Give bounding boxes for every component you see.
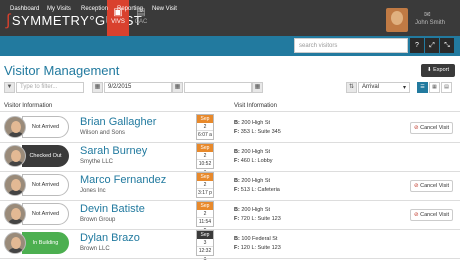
visitor-company: Brown Group: [80, 217, 116, 223]
visitor-name[interactable]: Dylan Brazo: [80, 232, 140, 244]
visitor-photo: [4, 232, 26, 254]
date-time: 10:52 a: [198, 161, 212, 175]
floor-info: F: 120 L: Suite 123: [234, 245, 281, 251]
sort-select[interactable]: Arrival ▾: [358, 82, 410, 93]
chevron-down-icon: ▾: [402, 85, 406, 91]
sort-icon[interactable]: ⇅: [346, 82, 357, 93]
visitor-row[interactable]: Checked Out Sarah Burney Smythe LLC Sep …: [0, 142, 460, 175]
logo-mark-icon: ∫: [6, 12, 11, 29]
visitor-row[interactable]: Not Arrived Brian Gallagher Wilson and S…: [0, 113, 460, 142]
date-time: 11:54 p: [198, 219, 212, 233]
download-icon: ⬇: [426, 67, 432, 73]
date-to-input[interactable]: [184, 82, 252, 93]
date-day: 3: [197, 239, 213, 247]
status-badge: Not Arrived: [22, 203, 69, 225]
help-button[interactable]: ?: [410, 38, 424, 53]
export-button[interactable]: ⬇ Export: [421, 64, 455, 77]
visitor-row[interactable]: Not Arrived Marco Fernandez Jones Inc Se…: [0, 171, 460, 200]
date-time: 12:32 a: [198, 248, 212, 262]
search-input[interactable]: search visitors: [294, 38, 408, 53]
divider: [0, 111, 460, 112]
logo-text: SYMMETRY: [11, 13, 90, 28]
view-list-button[interactable]: ☰: [417, 82, 428, 93]
nav-new-visit[interactable]: New Visit: [152, 6, 177, 12]
cancel-visit-button[interactable]: ⊘ Cancel Visit: [410, 122, 453, 134]
view-grid-button[interactable]: ▦: [429, 82, 440, 93]
visitor-name[interactable]: Devin Batiste: [80, 203, 145, 215]
status-badge: In Building: [22, 232, 69, 254]
floor-info: F: 513 L: Cafeteria: [234, 187, 280, 193]
user-avatar[interactable]: [386, 8, 408, 32]
mail-icon[interactable]: ✉: [424, 10, 431, 19]
row-divider: [0, 258, 460, 259]
visitor-photo: [4, 174, 26, 196]
building-info: B: 200 High St: [234, 120, 271, 126]
col-visitor-header: Visitor Information: [4, 103, 53, 109]
tab-vivs-label: VIVS: [111, 19, 125, 25]
filter-icon[interactable]: ▼: [4, 82, 15, 93]
date-month: Sep: [197, 115, 213, 123]
date-day: 2: [197, 152, 213, 160]
calendar-icon-from[interactable]: ▦: [172, 82, 183, 93]
date-month: Sep: [197, 231, 213, 239]
floor-info: F: 460 L: Lobby: [234, 158, 273, 164]
date-month: Sep: [197, 173, 213, 181]
status-badge: Checked Out: [22, 145, 69, 167]
date-month: Sep: [197, 202, 213, 210]
visit-date: Sep 2 11:54 p: [196, 201, 214, 233]
visitor-photo: [4, 145, 26, 167]
nav-my-visits[interactable]: My Visits: [47, 6, 71, 12]
visitor-name[interactable]: Brian Gallagher: [80, 116, 156, 128]
cancel-icon: ⊘: [413, 183, 419, 189]
visit-date: Sep 3 12:32 a: [196, 230, 214, 262]
visitor-company: Wilson and Sons: [80, 130, 126, 136]
tab-cac-label: CAC: [134, 19, 148, 25]
building-info: B: 200 High St: [234, 178, 271, 184]
visit-date: Sep 2 10:52 a: [196, 143, 214, 175]
cancel-visit-button[interactable]: ⊘ Cancel Visit: [410, 180, 453, 192]
visitor-photo: [4, 203, 26, 225]
date-from-input[interactable]: 9/2/2015: [104, 82, 172, 93]
cancel-visit-button[interactable]: ⊘ Cancel Visit: [410, 209, 453, 221]
building-info: B: 200 High St: [234, 207, 271, 213]
date-time: 6:07 a: [198, 132, 212, 138]
calendar-icon-to[interactable]: ▦: [252, 82, 263, 93]
nav-reception[interactable]: Reception: [81, 6, 108, 12]
date-day: 2: [197, 210, 213, 218]
visitor-photo: [4, 116, 26, 138]
expand-button[interactable]: ⤢: [425, 38, 439, 53]
collapse-button[interactable]: ⤡: [440, 38, 454, 53]
floor-info: F: 353 L: Suite 345: [234, 129, 281, 135]
visitor-row[interactable]: In Building Dylan Brazo Brown LLC Sep 3 …: [0, 229, 460, 262]
visitor-name[interactable]: Sarah Burney: [80, 145, 147, 157]
status-badge: Not Arrived: [22, 174, 69, 196]
status-badge: Not Arrived: [22, 116, 69, 138]
date-day: 2: [197, 123, 213, 131]
visit-date: Sep 2 3:17 p: [196, 172, 214, 198]
calendar-icon[interactable]: ▦: [92, 82, 103, 93]
visitor-company: Brown LLC: [80, 246, 110, 252]
cancel-icon: ⊘: [413, 125, 419, 131]
visitor-company: Jones Inc: [80, 188, 106, 194]
date-time: 3:17 p: [198, 190, 212, 196]
floor-info: F: 720 L: Suite 123: [234, 216, 281, 222]
view-tiles-button[interactable]: ▤: [441, 82, 452, 93]
building-info: B: 200 High St: [234, 149, 271, 155]
cancel-icon: ⊘: [413, 212, 419, 218]
date-day: 2: [197, 181, 213, 189]
visitor-row[interactable]: Not Arrived Devin Batiste Brown Group Se…: [0, 200, 460, 233]
nav-reporting[interactable]: Reporting: [117, 6, 143, 12]
date-month: Sep: [197, 144, 213, 152]
visitor-name[interactable]: Marco Fernandez: [80, 174, 166, 186]
building-info: B: 100 Federal St: [234, 236, 278, 242]
type-filter-input[interactable]: Type to filter...: [16, 82, 84, 93]
visitor-company: Smythe LLC: [80, 159, 114, 165]
nav-dashboard[interactable]: Dashboard: [10, 6, 39, 12]
visit-date: Sep 2 6:07 a: [196, 114, 214, 140]
page-title: Visitor Management: [4, 63, 120, 78]
col-visit-header: Visit Information: [234, 103, 277, 109]
user-name[interactable]: John Smith: [415, 20, 445, 26]
